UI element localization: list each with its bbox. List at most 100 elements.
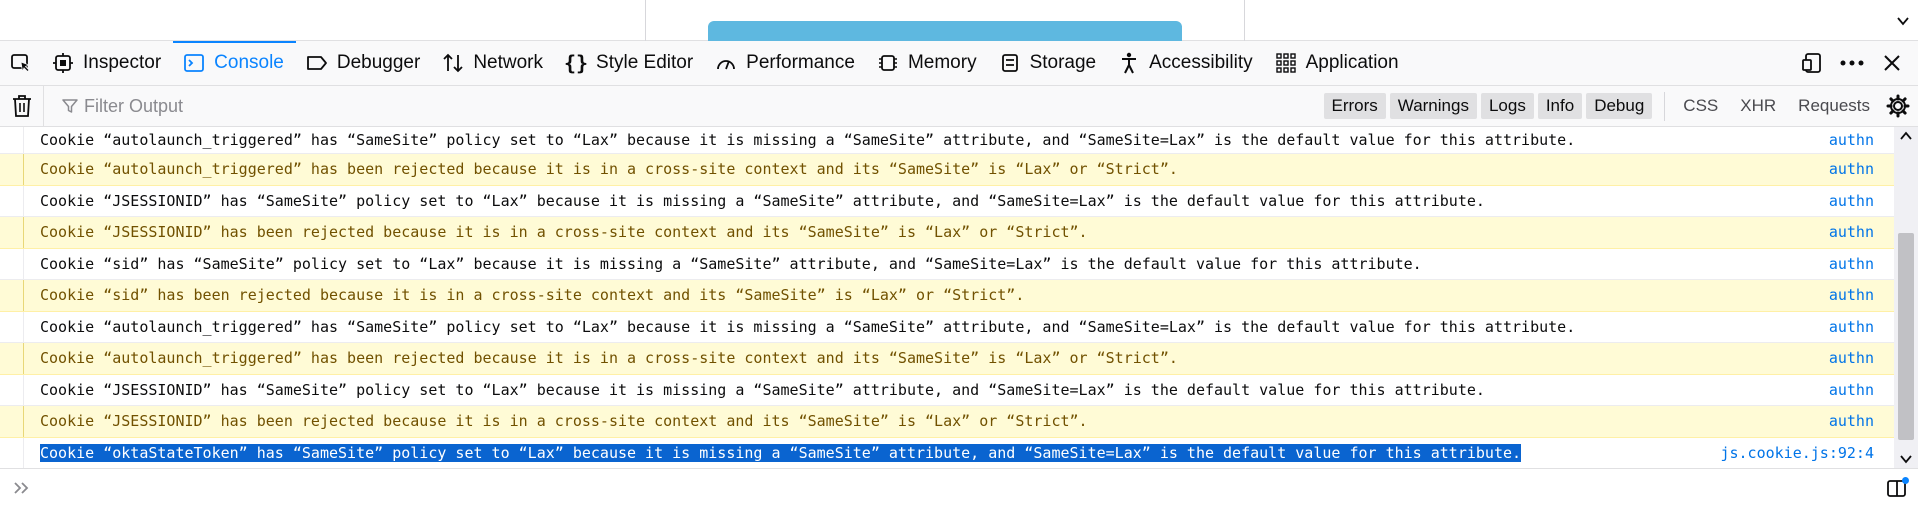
message-gutter [0, 185, 24, 216]
console-warning[interactable]: Cookie “autolaunch_triggered” has been r… [0, 343, 1894, 375]
picker-icon [11, 54, 31, 73]
output-scrollbar[interactable] [1894, 127, 1918, 468]
page-banner [708, 21, 1182, 41]
message-gutter [0, 248, 24, 279]
filter-output-input[interactable] [84, 95, 984, 117]
accessibility-icon [1118, 52, 1140, 74]
trash-icon [12, 95, 31, 117]
console-input[interactable] [0, 468, 1918, 506]
message-text: Cookie “JSESSIONID” has “SameSite” polic… [40, 380, 1485, 399]
tab-inspector[interactable]: Inspector [42, 41, 173, 85]
filter-css-button[interactable]: CSS [1683, 96, 1718, 116]
scroll-down-icon[interactable] [1900, 454, 1912, 464]
message-source-link[interactable]: authn [1829, 318, 1894, 336]
message-gutter [0, 343, 24, 374]
scroll-up-icon[interactable] [1900, 131, 1912, 141]
message-text: Cookie “JSESSIONID” has been rejected be… [40, 223, 1088, 242]
message-text: Cookie “autolaunch_triggered” has been r… [40, 160, 1178, 179]
dock-side-icon[interactable] [1800, 51, 1824, 75]
filter-debug-button[interactable]: Debug [1586, 93, 1653, 119]
application-icon [1275, 52, 1297, 74]
tab-label: Network [473, 52, 544, 73]
close-icon[interactable] [1880, 51, 1904, 75]
console-warning[interactable]: Cookie “sid” has been rejected because i… [0, 280, 1894, 312]
console-message[interactable]: Cookie “autolaunch_triggered” has “SameS… [0, 127, 1894, 154]
message-gutter [0, 280, 24, 311]
filter-field [62, 95, 1062, 117]
tab-label: Storage [1029, 52, 1097, 73]
tab-storage[interactable]: Storage [989, 41, 1109, 85]
message-text: Cookie “JSESSIONID” has “SameSite” polic… [40, 191, 1485, 210]
tab-label: Performance [746, 52, 855, 73]
message-source-link[interactable]: authn [1829, 192, 1894, 210]
message-source-link[interactable]: js.cookie.js:92:4 [1720, 444, 1894, 462]
scrollbar-thumb[interactable] [1898, 233, 1914, 440]
message-source-link[interactable]: authn [1829, 223, 1894, 241]
console-settings-button[interactable] [1884, 92, 1912, 120]
network-icon [442, 52, 464, 74]
console-message[interactable]: Cookie “JSESSIONID” has “SameSite” polic… [0, 374, 1894, 406]
filter-requests-button[interactable]: Requests [1798, 96, 1870, 116]
message-source-link[interactable]: authn [1829, 131, 1894, 149]
tab-memory[interactable]: Memory [867, 41, 989, 85]
console-icon [183, 52, 205, 74]
element-picker-button[interactable] [0, 41, 42, 85]
devtools-toolbar: Inspector Console Debugger Network {} St… [0, 41, 1918, 86]
tab-label: Accessibility [1149, 52, 1253, 73]
message-source-link[interactable]: authn [1829, 349, 1894, 367]
page-content-strip [0, 0, 1918, 41]
console-message-selected[interactable]: Cookie “oktaStateToken” has “SameSite” p… [0, 437, 1894, 468]
tab-accessibility[interactable]: Accessibility [1108, 41, 1264, 85]
tab-label: Debugger [336, 52, 421, 73]
console-message[interactable]: Cookie “autolaunch_triggered” has “SameS… [0, 311, 1894, 343]
chevron-down-icon[interactable] [1896, 14, 1910, 28]
tab-network[interactable]: Network [432, 41, 555, 85]
debugger-icon [306, 52, 328, 74]
filter-logs-button[interactable]: Logs [1480, 93, 1534, 119]
filter-info-button[interactable]: Info [1537, 93, 1583, 119]
tab-label: Console [214, 52, 284, 73]
message-text: Cookie “sid” has been rejected because i… [40, 286, 1025, 305]
performance-icon [715, 52, 737, 74]
notification-dot [1902, 476, 1909, 484]
toolbar-controls [1800, 41, 1918, 85]
message-text: Cookie “autolaunch_triggered” has “SameS… [40, 317, 1576, 336]
filter-errors-button[interactable]: Errors [1323, 93, 1386, 119]
clear-console-button[interactable] [0, 85, 44, 127]
tab-console[interactable]: Console [173, 41, 296, 85]
message-gutter [0, 437, 24, 468]
console-message[interactable]: Cookie “sid” has “SameSite” policy set t… [0, 248, 1894, 280]
console-warning[interactable]: Cookie “autolaunch_triggered” has been r… [0, 154, 1894, 186]
tab-style-editor[interactable]: {} Style Editor [555, 41, 705, 85]
console-message[interactable]: Cookie “JSESSIONID” has “SameSite” polic… [0, 185, 1894, 217]
message-source-link[interactable]: authn [1829, 255, 1894, 273]
more-options-icon[interactable] [1840, 51, 1864, 75]
selected-text: Cookie “oktaStateToken” has “SameSite” p… [40, 443, 1522, 462]
console-warning[interactable]: Cookie “JSESSIONID” has been rejected be… [0, 217, 1894, 249]
gear-icon [1886, 94, 1910, 118]
tab-application[interactable]: Application [1265, 41, 1411, 85]
message-text: Cookie “autolaunch_triggered” has “SameS… [40, 131, 1576, 149]
inspector-icon [52, 52, 74, 74]
tab-debugger[interactable]: Debugger [296, 41, 432, 85]
filter-xhr-button[interactable]: XHR [1740, 96, 1776, 116]
tab-label: Style Editor [596, 52, 694, 73]
message-source-link[interactable]: authn [1829, 381, 1894, 399]
console-warning[interactable]: Cookie “JSESSIONID” has been rejected be… [0, 406, 1894, 438]
tab-label: Inspector [83, 52, 162, 73]
console-output: Cookie “autolaunch_triggered” has “SameS… [0, 127, 1894, 468]
message-source-link[interactable]: authn [1829, 160, 1894, 178]
tab-label: Memory [907, 52, 977, 73]
log-level-filters: Errors Warnings Logs Info Debug [1323, 91, 1666, 121]
filter-warnings-button[interactable]: Warnings [1389, 93, 1477, 119]
message-gutter [0, 406, 24, 437]
message-text: Cookie “JSESSIONID” has been rejected be… [40, 412, 1088, 431]
tab-performance[interactable]: Performance [705, 41, 867, 85]
double-chevron-icon [0, 481, 44, 495]
sidebar-toggle-icon[interactable] [1884, 475, 1910, 501]
tab-label: Application [1305, 52, 1399, 73]
request-filters: CSS XHR Requests [1665, 96, 1870, 116]
message-text: Cookie “oktaStateToken” has “SameSite” p… [24, 443, 1720, 462]
message-source-link[interactable]: authn [1829, 286, 1894, 304]
message-source-link[interactable]: authn [1829, 412, 1894, 430]
